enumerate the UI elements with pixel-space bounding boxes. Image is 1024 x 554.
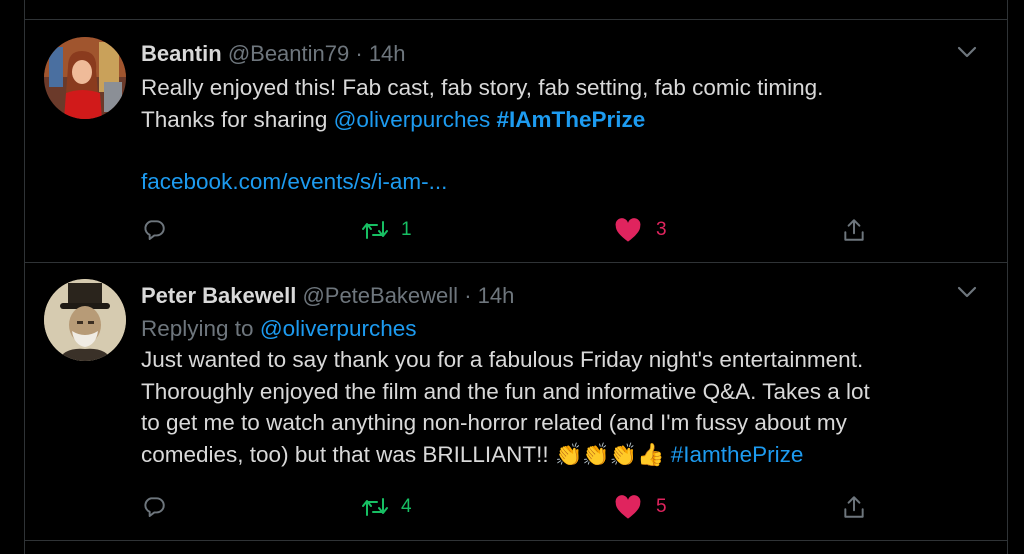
caret-down-icon[interactable]: [957, 45, 977, 59]
like-count: 5: [656, 496, 667, 517]
share-icon: [841, 217, 867, 243]
mention-link[interactable]: @oliverpurches: [260, 316, 417, 341]
tweet-header: Peter Bakewell @PeteBakewell · 14h: [141, 282, 977, 310]
text-fragment: comedies, too) but that was BRILLIANT!!: [141, 441, 555, 467]
heart-icon: [614, 494, 642, 520]
tweet-actions: 1 3: [141, 214, 864, 246]
avatar-image: [44, 37, 126, 119]
retweet-count: 4: [401, 496, 412, 517]
replying-to: Replying to @oliverpurches: [141, 313, 977, 344]
tweet-text: Really enjoyed this! Fab cast, fab story…: [141, 72, 977, 198]
retweet-icon: [361, 494, 389, 520]
avatar[interactable]: [44, 37, 126, 119]
caret-down-icon[interactable]: [957, 285, 977, 299]
separator-dot: ·: [464, 283, 472, 308]
share-button[interactable]: [841, 491, 867, 523]
timestamp[interactable]: 14h: [478, 283, 515, 308]
tweet-actions: 4 5: [141, 491, 864, 523]
like-button[interactable]: 3: [614, 214, 667, 246]
user-handle[interactable]: @Beantin79: [228, 41, 349, 66]
avatar-image: [44, 279, 126, 361]
like-count: 3: [656, 219, 667, 240]
tweet-text: Just wanted to say thank you for a fabul…: [141, 344, 977, 470]
replying-label: Replying to: [141, 316, 260, 341]
reply-button[interactable]: [141, 214, 167, 246]
tweet[interactable]: Peter Bakewell @PeteBakewell · 14h Reply…: [25, 263, 1007, 540]
text-line: comedies, too) but that was BRILLIANT!! …: [141, 439, 977, 471]
heart-icon: [614, 217, 642, 243]
user-handle[interactable]: @PeteBakewell: [302, 283, 458, 308]
retweet-button[interactable]: 4: [361, 491, 412, 523]
share-icon: [841, 494, 867, 520]
display-name[interactable]: Beantin: [141, 41, 222, 66]
retweet-icon: [361, 217, 389, 243]
url-link[interactable]: facebook.com/events/s/i-am-...: [141, 166, 977, 198]
separator-dot: ·: [355, 41, 363, 66]
text-line: to get me to watch anything non-horror r…: [141, 410, 847, 435]
timestamp[interactable]: 14h: [369, 41, 406, 66]
text-fragment: Thanks for sharing: [141, 106, 334, 132]
avatar[interactable]: [44, 279, 126, 361]
text-line: Really enjoyed this! Fab cast, fab story…: [141, 75, 824, 100]
text-line: Thoroughly enjoyed the film and the fun …: [141, 378, 870, 404]
retweet-button[interactable]: 1: [361, 214, 412, 246]
reply-icon: [141, 494, 167, 520]
mention-link[interactable]: @oliverpurches: [334, 107, 491, 132]
text-line: Just wanted to say thank you for a fabul…: [141, 347, 864, 372]
emoji: 👏👏👏👍: [554, 441, 665, 467]
like-button[interactable]: 5: [614, 491, 667, 523]
tweet-header: Beantin @Beantin79 · 14h: [141, 40, 977, 68]
tweet[interactable]: Beantin @Beantin79 · 14h Really enjoyed …: [25, 20, 1007, 262]
divider: [24, 540, 1008, 541]
reply-icon: [141, 217, 167, 243]
retweet-count: 1: [401, 219, 412, 240]
reply-button[interactable]: [141, 491, 167, 523]
display-name[interactable]: Peter Bakewell: [141, 283, 296, 308]
hashtag-link[interactable]: #IAmThePrize: [497, 107, 646, 132]
share-button[interactable]: [841, 214, 867, 246]
hashtag-link[interactable]: #IamthePrize: [671, 442, 804, 467]
text-line: Thanks for sharing @oliverpurches #IAmTh…: [141, 104, 977, 136]
